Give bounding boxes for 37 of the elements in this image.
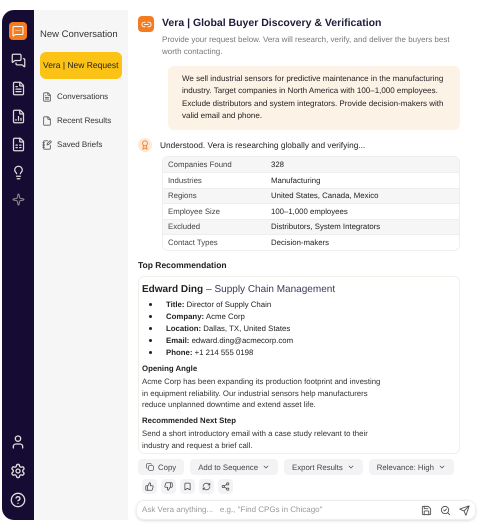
contact-name: Edward Ding	[142, 282, 204, 296]
help-icon[interactable]	[10, 492, 26, 508]
subtitle: Provide your request below. Vera will research, verify, and deliver the buyers best worth contacting.	[162, 34, 451, 58]
section-heading: Top Recommendation	[138, 258, 228, 272]
save-icon[interactable]	[421, 504, 432, 516]
logo-icon	[138, 16, 154, 32]
refresh-icon[interactable]	[199, 479, 214, 494]
window-title: Vera | Global Buyer Discovery & Verification	[162, 16, 382, 31]
bullet-icon	[149, 339, 152, 342]
bullet-icon	[149, 327, 152, 330]
messages-icon[interactable]	[10, 53, 26, 68]
composer-input[interactable]: Ask Vera anything... e.g., "Find CPGs in Chicago"	[142, 504, 413, 516]
chart-document-icon[interactable]	[10, 109, 26, 124]
bullet-icon	[149, 351, 152, 354]
copy-icon	[146, 463, 154, 472]
contact-department: – Supply Chain Management	[206, 282, 336, 296]
table-document-icon[interactable]	[10, 137, 26, 152]
share-icon[interactable]	[218, 479, 233, 494]
chat-icon[interactable]	[9, 22, 27, 40]
send-icon[interactable]	[459, 504, 470, 516]
thumbs-down-icon[interactable]	[161, 479, 176, 494]
user-message: We sell industrial sensors for predictive maintenance in the manufacturing industry. Target companies in North America with 100–1,000 employees. Exclude distributors and system integrators. Provide decision-makers with valid email and phone.	[168, 66, 460, 130]
sidebar-item[interactable]: Saved Briefs	[40, 133, 122, 157]
user-icon[interactable]	[10, 434, 26, 450]
bullet-icon	[149, 303, 152, 306]
search-icon[interactable]	[440, 504, 451, 516]
sidebar-item[interactable]: Recent Results	[40, 109, 122, 133]
sidebar-item[interactable]: Vera | New Request	[40, 52, 122, 79]
thumbs-up-icon[interactable]	[142, 479, 157, 494]
sparkle-icon[interactable]	[12, 193, 24, 206]
bookmark-icon[interactable]	[180, 479, 195, 494]
assistant-status: Understood. Vera is researching globally and verifying...	[160, 138, 366, 151]
composer-field[interactable]: Ask Vera anything... e.g., "Find CPGs in Chicago"	[136, 500, 476, 520]
sidebar-item[interactable]: Conversations	[40, 85, 122, 109]
sidebar-title: New Conversation	[40, 28, 119, 42]
bullet-icon	[149, 315, 152, 318]
settings-icon[interactable]	[10, 463, 26, 479]
